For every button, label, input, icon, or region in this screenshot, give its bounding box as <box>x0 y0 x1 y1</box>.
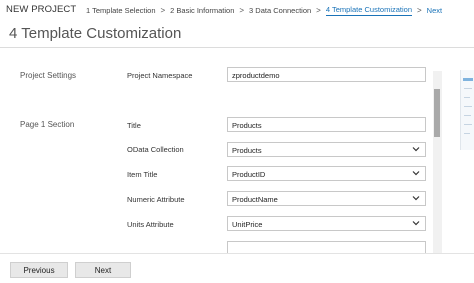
breadcrumb-separator: > <box>417 6 422 15</box>
breadcrumb-step-1[interactable]: 1 Template Selection <box>86 6 156 15</box>
breadcrumb-separator: > <box>316 6 321 15</box>
chevron-down-icon <box>412 221 420 226</box>
breadcrumb-separator: > <box>160 6 166 15</box>
form-content: Project Settings Project Namespace zprod… <box>0 48 440 253</box>
breadcrumb: 1 Template Selection > 2 Basic Informati… <box>86 5 442 16</box>
section-label-project-settings: Project Settings <box>20 71 77 80</box>
app-title: NEW PROJECT <box>6 4 77 15</box>
next-field-partial[interactable] <box>227 241 426 253</box>
title-value: Products <box>232 121 262 130</box>
namespace-input[interactable]: zproductdemo <box>227 67 426 82</box>
vertical-scrollbar[interactable] <box>433 71 442 253</box>
units-attribute-value: UnitPrice <box>232 220 263 229</box>
preview-line <box>464 97 470 98</box>
title-input[interactable]: Products <box>227 117 426 132</box>
units-attribute-select[interactable]: UnitPrice <box>227 216 426 231</box>
chevron-down-icon <box>412 147 420 152</box>
section-label-page-1: Page 1 Section <box>20 120 75 129</box>
numeric-attribute-select[interactable]: ProductName <box>227 191 426 206</box>
numeric-attribute-value: ProductName <box>232 195 278 204</box>
breadcrumb-step-3[interactable]: 3 Data Connection <box>249 6 311 15</box>
odata-collection-label: OData Collection <box>127 145 184 154</box>
preview-line <box>464 88 472 89</box>
breadcrumb-separator: > <box>239 6 245 15</box>
preview-header-bar <box>463 78 473 81</box>
chevron-down-icon <box>412 196 420 201</box>
page-title: 4 Template Customization <box>9 25 182 42</box>
breadcrumb-step-4-current[interactable]: 4 Template Customization <box>325 5 412 16</box>
preview-line <box>464 133 470 134</box>
item-title-select[interactable]: ProductID <box>227 166 426 181</box>
namespace-value: zproductdemo <box>232 71 280 80</box>
item-title-value: ProductID <box>232 170 266 179</box>
chevron-down-icon <box>412 171 420 176</box>
preview-line <box>464 124 472 125</box>
units-attribute-label: Units Attribute <box>127 220 174 229</box>
item-title-label: Item Title <box>127 170 158 179</box>
odata-collection-select[interactable]: Products <box>227 142 426 157</box>
previous-button[interactable]: Previous <box>10 262 68 278</box>
top-bar: NEW PROJECT 1 Template Selection > 2 Bas… <box>0 0 474 18</box>
breadcrumb-next-link[interactable]: Next <box>427 6 442 15</box>
preview-line <box>464 115 471 116</box>
preview-line <box>464 106 472 107</box>
scrollbar-thumb[interactable] <box>434 89 440 137</box>
namespace-label: Project Namespace <box>127 71 193 80</box>
template-preview-thumbnail <box>460 70 474 150</box>
odata-collection-value: Products <box>232 146 262 155</box>
breadcrumb-step-2[interactable]: 2 Basic Information <box>170 6 234 15</box>
title-label: Title <box>127 121 141 130</box>
next-button[interactable]: Next <box>75 262 131 278</box>
footer-divider <box>0 253 474 254</box>
numeric-attribute-label: Numeric Attribute <box>127 195 185 204</box>
